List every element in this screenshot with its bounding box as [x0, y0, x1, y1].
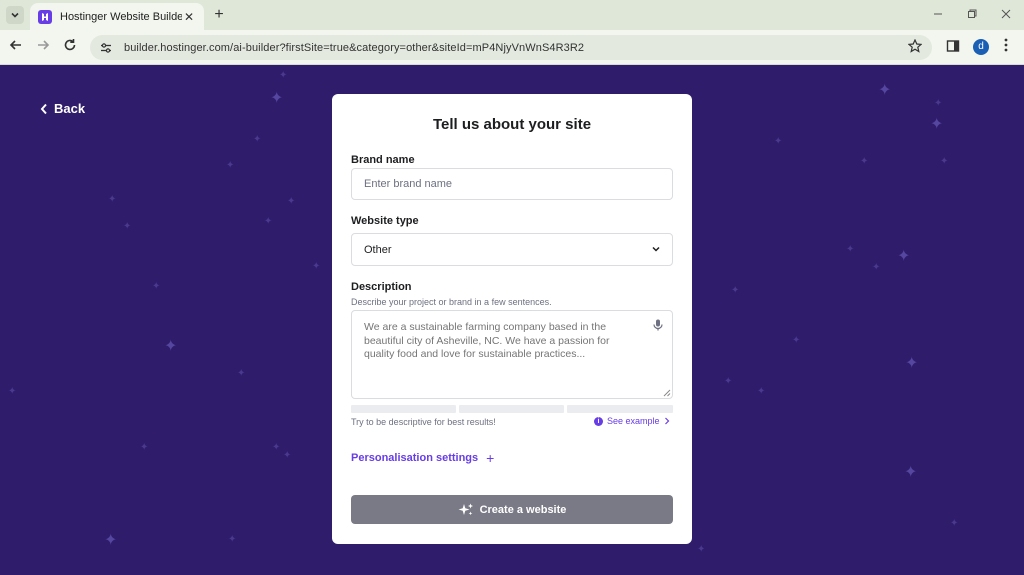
sparkle-icon: ✦ [8, 386, 17, 397]
reload-icon [64, 39, 76, 51]
browser-tab-bar: Hostinger Website Builder ✕ + [0, 0, 1024, 30]
description-wrapper [351, 310, 673, 399]
forward-nav-button[interactable] [34, 38, 52, 56]
sparkle-icon: ✦ [164, 338, 178, 355]
sparkle-icon: ✦ [860, 156, 869, 167]
minimize-button[interactable] [928, 6, 948, 24]
kebab-icon [1004, 38, 1008, 52]
info-icon: i [594, 416, 603, 426]
personalisation-settings-toggle[interactable]: Personalisation settings + [351, 450, 494, 466]
chevron-right-icon [664, 417, 669, 425]
tab-title: Hostinger Website Builder [60, 10, 182, 23]
description-quality-segment [459, 405, 564, 413]
sparkle-icon: ✦ [140, 442, 149, 453]
sparkle-icon: ✦ [253, 134, 262, 145]
browser-menu-button[interactable] [1000, 38, 1012, 56]
chevron-down-icon [11, 12, 19, 18]
see-example-label: See example [607, 416, 660, 426]
sparkle-icon: ✦ [123, 221, 132, 232]
description-hint: Try to be descriptive for best results! [351, 417, 496, 427]
arrow-left-icon [9, 40, 21, 50]
website-type-label: Website type [351, 215, 419, 227]
chevron-left-icon [40, 103, 47, 114]
browser-tab[interactable]: Hostinger Website Builder ✕ [30, 3, 204, 30]
website-type-select[interactable]: Other [351, 233, 673, 266]
sparkle-icon: ✦ [228, 534, 237, 545]
sparkle-icon: ✦ [905, 355, 919, 372]
sparkle-icon: ✦ [272, 442, 281, 453]
sparkle-icon: ✦ [934, 98, 943, 109]
sparkle-icon: ✦ [697, 544, 706, 555]
tab-close-button[interactable]: ✕ [182, 10, 196, 24]
back-link[interactable]: Back [40, 101, 85, 116]
sparkle-icon: ✦ [731, 285, 740, 296]
microphone-icon[interactable] [651, 318, 665, 332]
sparkle-icon: ✦ [872, 262, 881, 273]
sparkle-icon: ✦ [279, 70, 288, 81]
personalisation-label: Personalisation settings [351, 452, 479, 464]
sparkle-icon: ✦ [846, 244, 855, 255]
hostinger-logo-icon [38, 9, 52, 24]
sparkle-icon: ✦ [312, 261, 321, 272]
sparkle-icon: ✦ [287, 196, 296, 207]
tune-icon[interactable] [98, 40, 114, 56]
new-tab-button[interactable]: + [210, 6, 228, 24]
sparkle-icon: ✦ [237, 368, 246, 379]
side-panel-icon[interactable] [946, 39, 962, 55]
sparkle-icon: ✦ [264, 216, 273, 227]
create-website-button[interactable]: Create a website [351, 495, 673, 524]
back-nav-button[interactable] [7, 38, 25, 56]
sparkle-icon: ✦ [950, 518, 959, 529]
tab-search-button[interactable] [6, 6, 24, 24]
restore-button[interactable] [962, 6, 982, 24]
create-website-label: Create a website [479, 503, 567, 516]
sparkle-icon: ✦ [757, 386, 766, 397]
chevron-down-icon [652, 246, 660, 252]
url-text: builder.hostinger.com/ai-builder?firstSi… [124, 41, 585, 54]
website-type-value: Other [364, 243, 392, 256]
sparkles-icon [458, 503, 473, 515]
brand-name-input[interactable] [351, 168, 673, 200]
sparkle-icon: ✦ [897, 248, 911, 265]
form-title: Tell us about your site [432, 116, 592, 133]
restore-icon [968, 9, 977, 18]
sparkle-icon: ✦ [104, 532, 118, 549]
description-textarea[interactable] [351, 310, 673, 399]
back-label: Back [54, 101, 86, 116]
sparkle-icon: ✦ [930, 116, 944, 133]
sparkle-icon: ✦ [108, 194, 117, 205]
arrow-right-icon [38, 40, 50, 50]
sparkle-icon: ✦ [904, 464, 918, 481]
minimize-icon [934, 13, 942, 15]
description-helper: Describe your project or brand in a few … [351, 297, 552, 307]
sparkle-icon: ✦ [724, 376, 733, 387]
close-window-button[interactable] [996, 6, 1016, 24]
brand-name-label: Brand name [351, 154, 415, 166]
see-example-link[interactable]: i See example [594, 416, 670, 426]
description-quality-segment [351, 405, 456, 413]
sparkle-icon: ✦ [152, 281, 161, 292]
sparkle-icon: ✦ [940, 156, 949, 167]
address-bar[interactable]: builder.hostinger.com/ai-builder?firstSi… [90, 35, 932, 60]
site-info-form: Tell us about your site Brand name Websi… [332, 94, 692, 544]
reload-button[interactable] [61, 38, 79, 56]
profile-avatar[interactable]: d [973, 39, 989, 55]
resize-handle-icon[interactable] [663, 389, 671, 397]
star-icon[interactable] [907, 38, 923, 56]
sparkle-icon: ✦ [226, 160, 235, 171]
sparkle-icon: ✦ [792, 335, 801, 346]
sparkle-icon: ✦ [774, 136, 783, 147]
description-label: Description [351, 281, 412, 293]
browser-toolbar: builder.hostinger.com/ai-builder?firstSi… [0, 30, 1024, 65]
plus-icon: + [486, 450, 495, 466]
close-icon [1001, 9, 1011, 19]
page-background: ✦ ✦ ✦ ✦ ✦ ✦ ✦ ✦ ✦ ✦ ✦ ✦ ✦ ✦ ✦ ✦ ✦ ✦ ✦ ✦ … [0, 65, 1024, 575]
sparkle-icon: ✦ [270, 90, 284, 107]
description-quality-segment [567, 405, 673, 413]
sparkle-icon: ✦ [283, 450, 292, 461]
sparkle-icon: ✦ [878, 82, 892, 99]
